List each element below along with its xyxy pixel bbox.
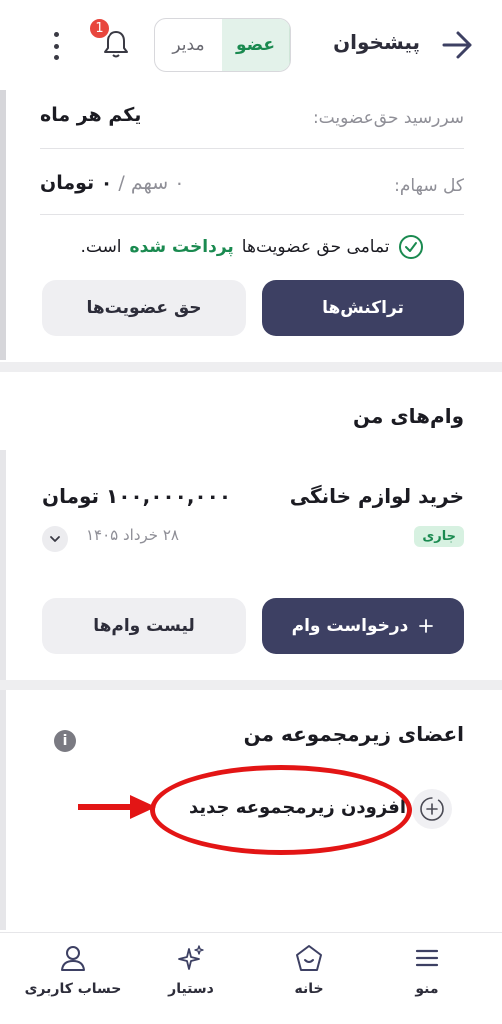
paid-prefix: تمامی حق عضویت‌ها bbox=[241, 237, 390, 257]
sparkle-icon bbox=[178, 945, 204, 970]
shares-value: ۰ سهم / ۰ تومان bbox=[40, 172, 184, 194]
nav-account-label: حساب کاربری bbox=[24, 981, 122, 997]
loan-date: ۲۸ خرداد ۱۴۰۵ bbox=[86, 526, 179, 544]
add-circle-icon[interactable] bbox=[412, 789, 452, 829]
shares-separator: / bbox=[112, 172, 131, 194]
subgroup-section-title: اعضای زیرمجموعه من bbox=[243, 722, 464, 746]
role-manager-option[interactable]: مدیر bbox=[155, 19, 222, 71]
loan-list-button[interactable]: لیست وام‌ها bbox=[42, 598, 246, 654]
chevron-down-icon bbox=[50, 536, 60, 542]
membership-fees-button[interactable]: حق عضویت‌ها bbox=[42, 280, 246, 336]
loans-section-title: وام‌های من bbox=[353, 404, 464, 428]
scroll-indicator bbox=[0, 450, 6, 930]
transactions-button-label: تراکنش‌ها bbox=[322, 298, 404, 318]
transactions-button[interactable]: تراکنش‌ها bbox=[262, 280, 464, 336]
role-toggle[interactable]: مدیر عضو bbox=[154, 18, 291, 72]
nav-assistant[interactable]: دستیار bbox=[136, 943, 246, 997]
due-date-value: یکم هر ماه bbox=[40, 104, 142, 126]
notification-badge: 1 bbox=[88, 17, 111, 40]
page-title: پیشخوان bbox=[333, 30, 420, 54]
request-loan-button-label: درخواست وام bbox=[291, 616, 409, 636]
nav-assistant-label: دستیار bbox=[168, 981, 214, 997]
shares-amount: ۰ تومان bbox=[40, 172, 113, 194]
nav-account[interactable]: حساب کاربری bbox=[18, 943, 128, 997]
info-icon[interactable]: i bbox=[54, 730, 76, 752]
shares-row: کل سهام: ۰ سهم / ۰ تومان bbox=[40, 158, 464, 216]
shares-label: کل سهام: bbox=[394, 176, 464, 196]
loan-status-badge: جاری bbox=[414, 526, 464, 547]
paid-status: پرداخت شده bbox=[129, 237, 234, 257]
nav-menu-label: منو bbox=[415, 981, 439, 997]
role-member-option[interactable]: عضو bbox=[222, 19, 290, 71]
request-loan-button[interactable]: درخواست وام bbox=[262, 598, 464, 654]
back-arrow-icon[interactable] bbox=[440, 28, 474, 62]
home-icon bbox=[296, 945, 322, 971]
kebab-menu-icon[interactable] bbox=[48, 32, 64, 60]
plus-icon bbox=[419, 619, 434, 633]
check-circle-icon bbox=[398, 235, 423, 259]
section-separator bbox=[0, 362, 502, 372]
loan-list-button-label: لیست وام‌ها bbox=[93, 616, 195, 636]
app-header: پیشخوان مدیر عضو 1 bbox=[0, 0, 502, 90]
nav-home[interactable]: خانه bbox=[254, 943, 364, 997]
divider bbox=[40, 148, 464, 149]
paid-suffix: است. bbox=[80, 237, 122, 257]
payment-status-line: تمامی حق عضویت‌ها پرداخت شده است. bbox=[40, 234, 464, 260]
section-separator bbox=[0, 680, 502, 690]
annotation-arrow-icon bbox=[78, 795, 156, 819]
nav-home-label: خانه bbox=[294, 981, 324, 997]
due-date-label: سررسید حق‌عضویت: bbox=[312, 108, 464, 128]
user-icon bbox=[61, 946, 85, 971]
loan-name: خرید لوازم خانگی bbox=[289, 484, 464, 508]
shares-count: ۰ سهم bbox=[130, 172, 185, 194]
due-date-row: سررسید حق‌عضویت: یکم هر ماه bbox=[40, 90, 464, 148]
bottom-navigation: منو خانه دستیار حساب کاربری bbox=[0, 932, 502, 1024]
menu-icon bbox=[415, 949, 439, 967]
add-subgroup-icon bbox=[420, 797, 444, 821]
loan-expand-button[interactable] bbox=[42, 526, 68, 552]
loan-amount: ۱۰۰,۰۰۰,۰۰۰ تومان bbox=[42, 484, 232, 508]
membership-fees-button-label: حق عضویت‌ها bbox=[86, 298, 202, 318]
divider bbox=[40, 214, 464, 215]
annotation-ellipse bbox=[150, 765, 412, 855]
nav-menu[interactable]: منو bbox=[372, 943, 482, 997]
